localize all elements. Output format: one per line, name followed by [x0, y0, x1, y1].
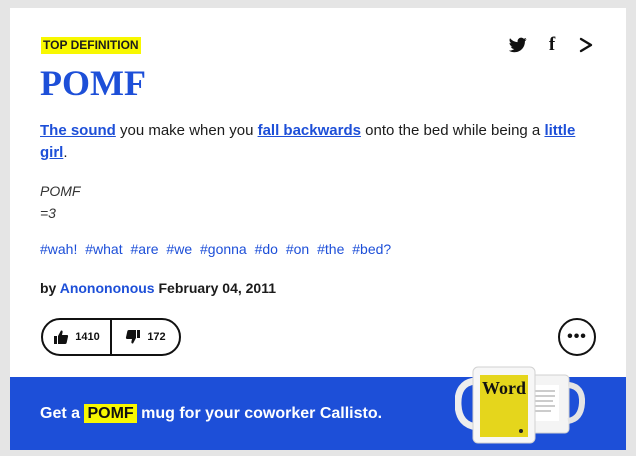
promo-text-pre: Get a [40, 405, 85, 422]
example-line: =3 [40, 205, 56, 221]
twitter-icon [509, 37, 527, 53]
meaning-text: you make when you [115, 122, 258, 139]
tag-link[interactable]: #gonna [200, 241, 247, 257]
facebook-icon: f [548, 34, 556, 55]
share-icon [579, 37, 593, 53]
mug-illustration: Word [454, 366, 586, 444]
thumbs-up-icon [54, 330, 69, 344]
downvote-button[interactable]: 172 [110, 320, 179, 354]
byline-prefix: by [40, 280, 60, 296]
example-line: POMF [40, 183, 81, 199]
post-date: February 04, 2011 [154, 280, 277, 296]
definition-meaning: The sound you make when you fall backwar… [40, 120, 590, 164]
share-bar: f [508, 35, 596, 55]
meaning-text: onto the bed while being a [360, 122, 545, 139]
more-share-button[interactable] [576, 35, 596, 55]
tag-link[interactable]: #wah! [40, 241, 77, 257]
thumbs-down-icon [126, 330, 141, 344]
upvote-button[interactable]: 1410 [43, 320, 110, 354]
tag-link[interactable]: #we [166, 241, 192, 257]
downvote-count: 172 [147, 331, 166, 343]
definition-card: TOP DEFINITION f POMF The sound you make… [10, 8, 626, 450]
tag-link[interactable]: #are [131, 241, 159, 257]
author-link[interactable]: Anonononous [60, 280, 155, 296]
upvote-count: 1410 [75, 331, 100, 343]
tag-link[interactable]: #do [255, 241, 278, 257]
top-definition-badge: TOP DEFINITION [41, 37, 141, 54]
promo-text-post: mug for your coworker Callisto. [136, 405, 383, 422]
twitter-share-button[interactable] [508, 35, 528, 55]
meaning-text: . [63, 144, 68, 161]
meaning-link-the-sound[interactable]: The sound [40, 122, 116, 139]
tag-link[interactable]: #on [286, 241, 309, 257]
tag-link[interactable]: #what [85, 241, 122, 257]
tag-link[interactable]: #bed? [352, 241, 391, 257]
word-title[interactable]: POMF [40, 61, 146, 105]
more-dots-icon: ••• [567, 328, 587, 345]
mug-image: Word [454, 361, 595, 450]
meaning-link-fall-backwards[interactable]: fall backwards [258, 122, 361, 139]
tag-list: #wah! #what #are #we #gonna #do #on #the… [40, 239, 395, 259]
vote-buttons: 1410 172 [41, 318, 181, 356]
definition-example: POMF =3 [40, 180, 80, 224]
promo-text: Get a POMF mug for your coworker Callist… [40, 403, 382, 425]
more-options-button[interactable]: ••• [558, 318, 596, 356]
tag-link[interactable]: #the [317, 241, 344, 257]
promo-word-highlight: POMF [84, 404, 137, 423]
mug-word-label: Word [482, 378, 526, 398]
mug-promo-banner[interactable]: Get a POMF mug for your coworker Callist… [10, 366, 626, 450]
byline: by Anonononous February 04, 2011 [40, 278, 276, 298]
facebook-share-button[interactable]: f [542, 35, 562, 55]
